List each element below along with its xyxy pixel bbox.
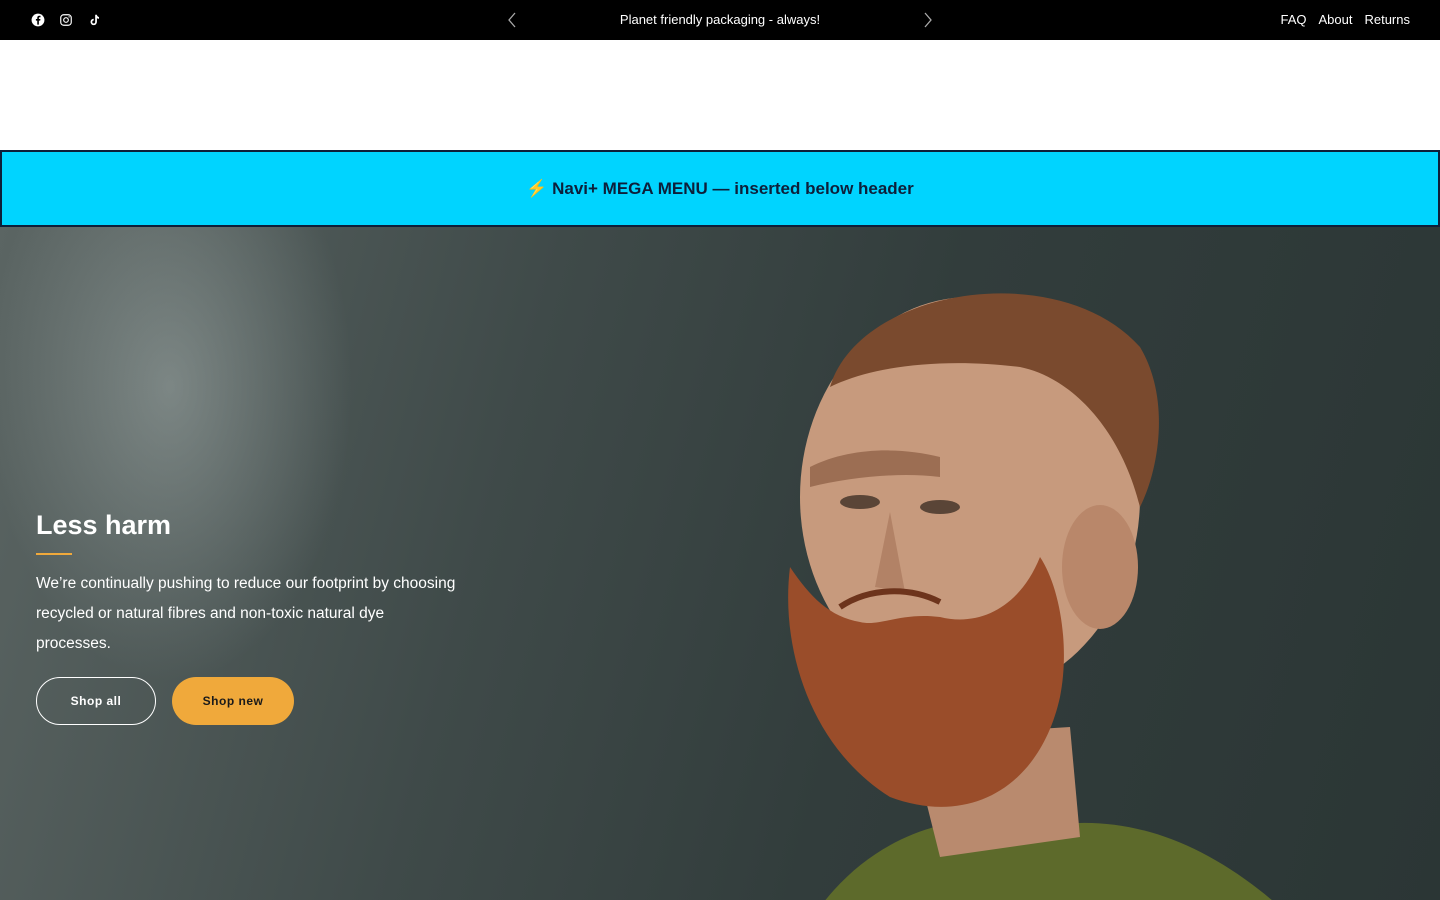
announcement-next-button[interactable] <box>918 10 938 30</box>
faq-link[interactable]: FAQ <box>1280 12 1306 27</box>
hero-title: Less harm <box>36 510 172 540</box>
hero-portrait-image <box>788 293 1272 900</box>
shop-all-button[interactable]: Shop all <box>36 677 156 725</box>
hero-content: Less harm We’re continually pushing to r… <box>36 509 456 725</box>
chevron-right-icon <box>924 12 932 28</box>
about-link[interactable]: About <box>1318 12 1352 27</box>
chevron-left-icon <box>508 12 516 28</box>
mega-menu-banner: ⚡ Navi+ MEGA MENU — inserted below heade… <box>0 150 1440 227</box>
hero-body-text: We’re continually pushing to reduce our … <box>36 575 456 652</box>
tiktok-icon[interactable] <box>86 12 102 28</box>
announcement-prev-button[interactable] <box>502 10 522 30</box>
announcement-text: Planet friendly packaging - always! <box>619 12 821 27</box>
facebook-icon[interactable] <box>30 12 46 28</box>
hero-buttons: Shop all Shop new <box>36 677 456 725</box>
social-links <box>30 12 102 28</box>
returns-link[interactable]: Returns <box>1364 12 1410 27</box>
shop-new-button[interactable]: Shop new <box>172 677 294 725</box>
instagram-icon[interactable] <box>58 12 74 28</box>
hero-accent-rule <box>36 553 72 555</box>
top-links: FAQ About Returns <box>1280 12 1410 27</box>
mega-menu-text: ⚡ Navi+ MEGA MENU — inserted below heade… <box>526 178 914 198</box>
announcement-bar: Planet friendly packaging - always! FAQ … <box>0 0 1440 40</box>
site-header <box>0 40 1440 150</box>
hero-banner: Less harm We’re continually pushing to r… <box>0 227 1440 900</box>
